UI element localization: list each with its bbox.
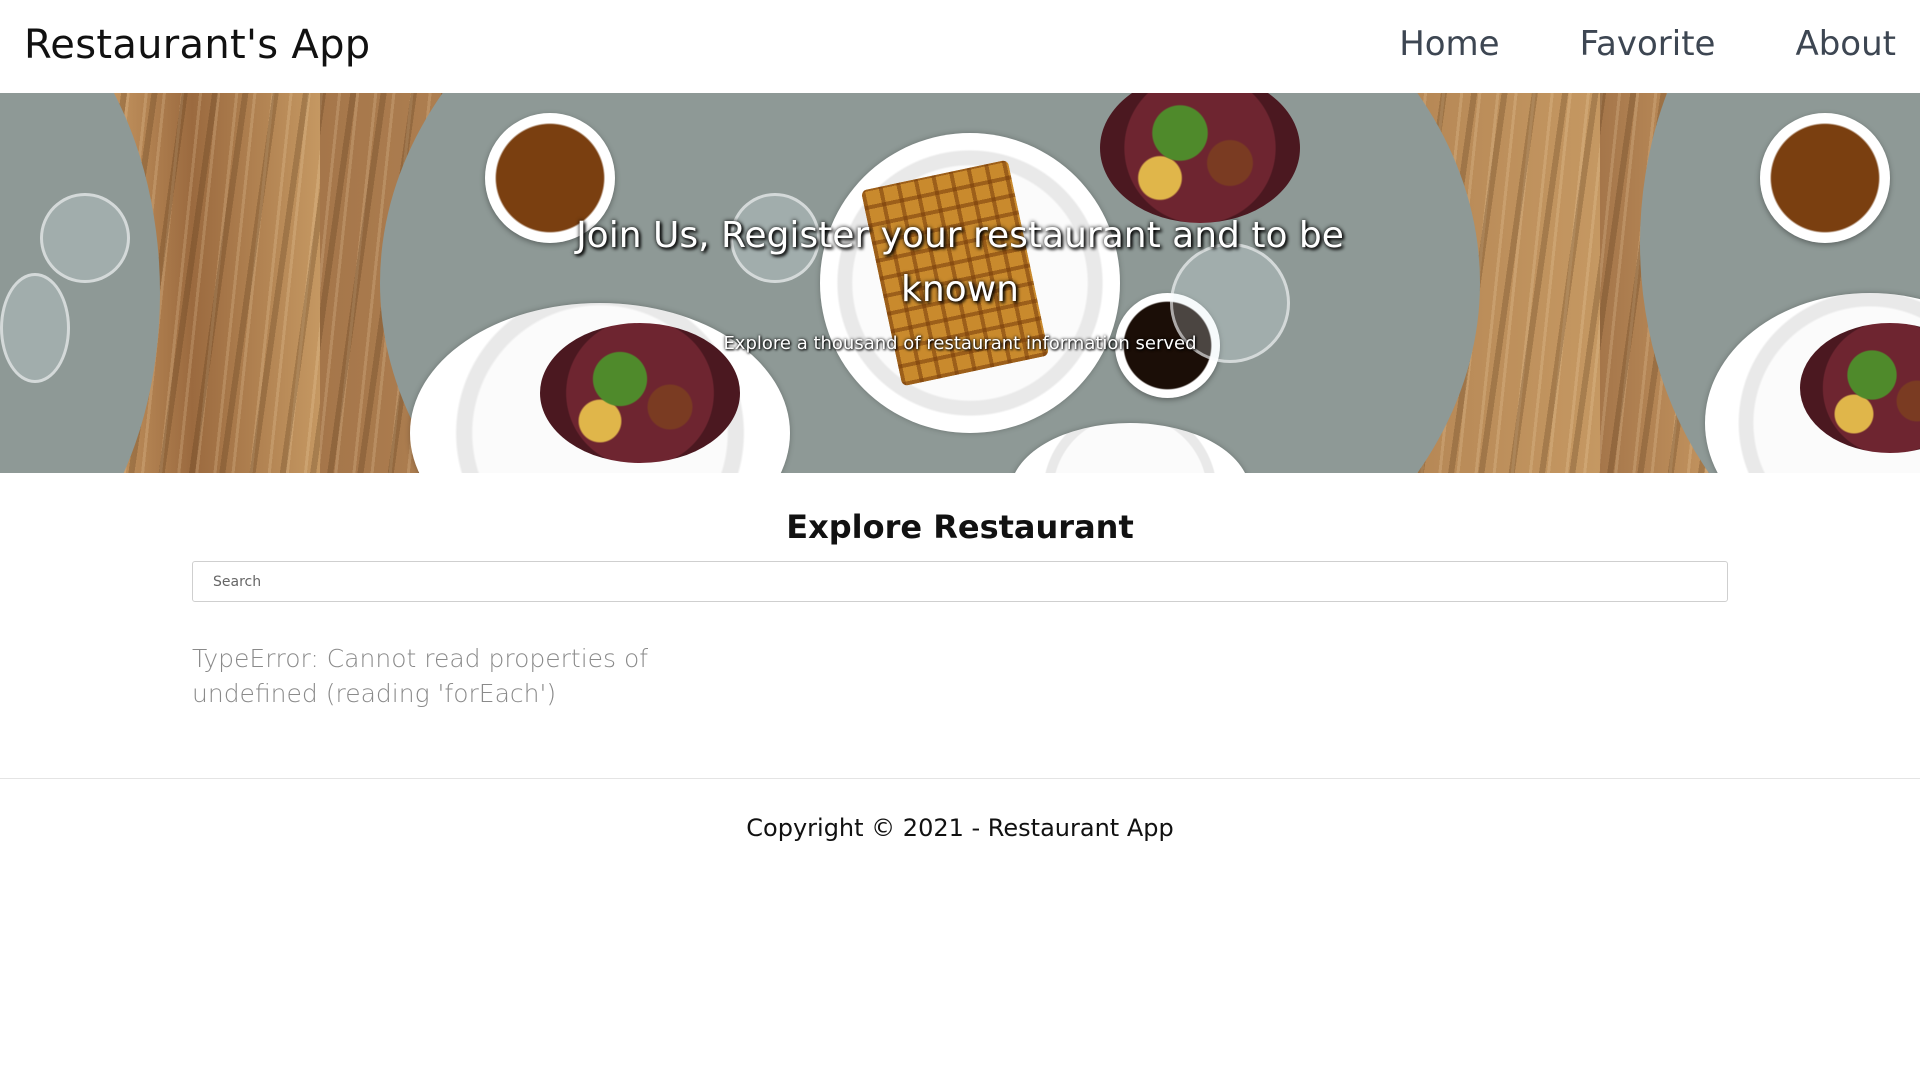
search-input[interactable] — [192, 561, 1728, 602]
hero-banner: Join Us, Register your restaurant and to… — [0, 93, 1920, 473]
nav-favorite-link[interactable]: Favorite — [1580, 24, 1716, 64]
nav-home-link[interactable]: Home — [1399, 24, 1499, 64]
hero-subtitle: Explore a thousand of restaurant informa… — [723, 333, 1197, 354]
section-title: Explore Restaurant — [786, 508, 1134, 546]
nav-about-link[interactable]: About — [1795, 24, 1896, 64]
error-message: TypeError: Cannot read properties of und… — [192, 644, 649, 708]
app-brand[interactable]: Restaurant's App — [24, 22, 370, 68]
page-footer: Copyright © 2021 - Restaurant App — [0, 778, 1920, 868]
hero-title: Join Us, Register your restaurant and to… — [576, 215, 1344, 310]
main-nav: Home Favorite About — [1399, 24, 1896, 64]
hero-image-tile-left — [0, 93, 320, 473]
copyright-text: Copyright © 2021 - Restaurant App — [746, 814, 1174, 842]
hero-image-tile-right — [1600, 93, 1920, 473]
app-header: Restaurant's App Home Favorite About — [0, 0, 1920, 93]
